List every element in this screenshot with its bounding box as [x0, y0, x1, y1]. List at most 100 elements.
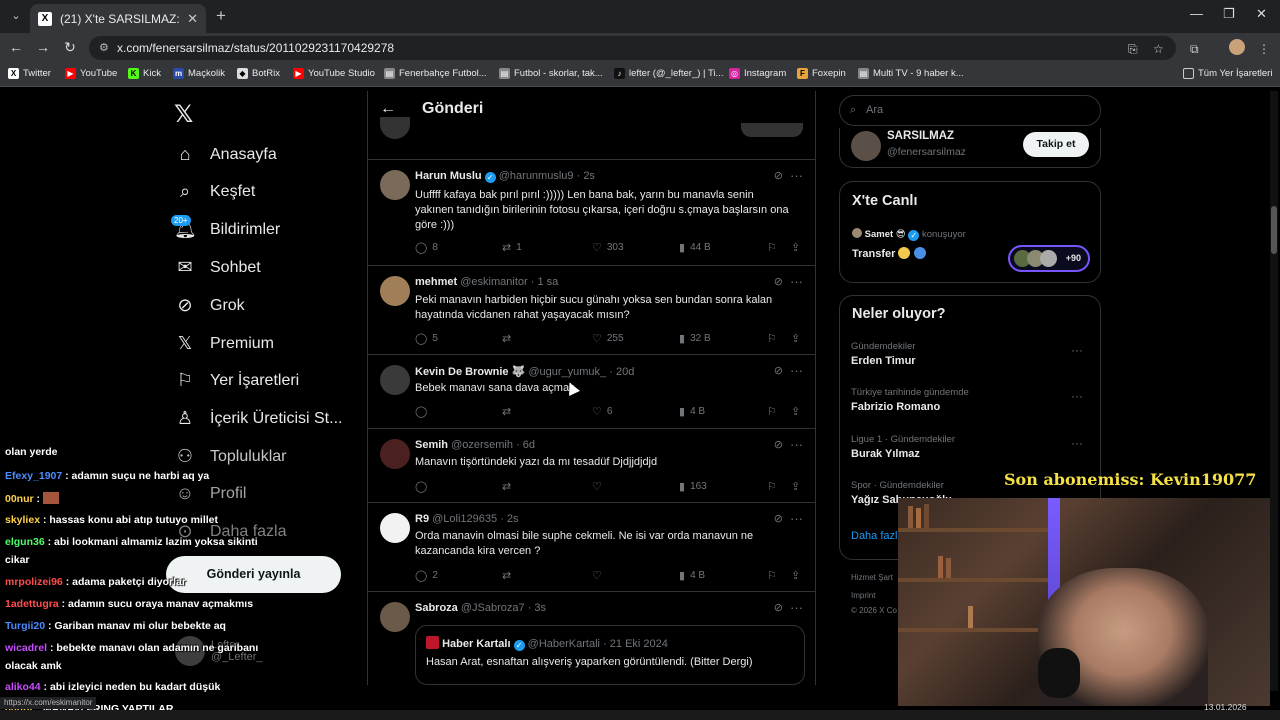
profile-name[interactable]: SARSILMAZ [887, 130, 954, 142]
avatar[interactable] [851, 131, 881, 161]
bookmark-button[interactable]: ⚐ [767, 480, 777, 493]
bookmark-item[interactable]: K Kick [128, 68, 161, 79]
profile-handle[interactable]: @fenersarsilmaz [887, 146, 966, 158]
trend-item[interactable]: Ligue 1 · Gündemdekiler Burak Yılmaz ··· [851, 434, 1091, 460]
bookmark-item[interactable]: m Maçkolik [173, 68, 225, 79]
more-icon[interactable]: ··· [790, 600, 803, 615]
grok-icon[interactable]: ⊘ [774, 364, 783, 377]
maximize-icon[interactable]: ❐ [1223, 6, 1235, 22]
nav-creator-studio[interactable]: ♙ İçerik Üreticisi St... [174, 408, 343, 429]
share-button[interactable]: ⇪ [791, 569, 800, 582]
views-button[interactable]: ▮ 163 [679, 480, 707, 493]
reply-tweet[interactable]: R9 @Loli129635 · 2s ⊘ ··· Orda manavin o… [368, 502, 815, 591]
site-info-icon[interactable]: ⚙ [99, 36, 109, 60]
new-tab-icon[interactable]: + [211, 6, 231, 26]
all-bookmarks-folder[interactable]: Tüm Yer İşaretleri [1183, 68, 1272, 79]
bookmark-button[interactable]: ⚐ [767, 405, 777, 418]
more-icon[interactable]: ··· [1071, 343, 1083, 357]
reply-tweet[interactable]: mehmet @eskimanitor · 1 sa ⊘ ··· Peki ma… [368, 265, 815, 354]
nav-grok[interactable]: ⊘ Grok [174, 295, 244, 316]
grok-icon[interactable]: ⊘ [774, 601, 783, 614]
reply-tweet[interactable]: Kevin De Brownie 🐺 @ugur_yumuk_ · 20d ⊘ … [368, 354, 815, 428]
scrollbar-thumb[interactable] [1271, 206, 1277, 254]
bookmark-item[interactable]: ▶ YouTube [65, 68, 117, 79]
footer-link[interactable]: Hizmet Şart [851, 573, 893, 582]
bookmark-item[interactable]: ▶ YouTube Studio [293, 68, 375, 79]
live-host-row[interactable]: Samet 😎 ✓ konuşuyor [852, 228, 966, 241]
x-logo-icon[interactable]: 𝕏 [174, 100, 193, 129]
share-button[interactable]: ⇪ [791, 405, 800, 418]
reply-button[interactable]: ◯ 8 [415, 241, 438, 254]
reload-icon[interactable]: ↻ [60, 39, 80, 56]
bookmark-button[interactable]: ⚐ [767, 569, 777, 582]
cast-icon[interactable]: ⎘ [1128, 42, 1138, 57]
search-input[interactable]: ⌕ Ara [839, 95, 1101, 126]
repost-button[interactable]: ⇄ [502, 332, 511, 345]
bookmark-item[interactable]: ▤ Multi TV - 9 haber k... [858, 68, 964, 79]
more-icon[interactable]: ··· [1071, 436, 1083, 450]
like-button[interactable]: ♡ 255 [592, 332, 624, 345]
avatar[interactable] [380, 439, 410, 469]
quoted-tweet[interactable]: Haber Kartalı ✓ @HaberKartali · 21 Eki 2… [415, 625, 805, 685]
bookmark-item[interactable]: X Twitter [8, 68, 51, 79]
extensions-icon[interactable]: ⧉ [1190, 42, 1199, 57]
nav-explore[interactable]: ⌕ Keşfet [174, 181, 255, 202]
grok-icon[interactable]: ⊘ [774, 438, 783, 451]
bookmark-button[interactable]: ⚐ [767, 332, 777, 345]
profile-avatar[interactable] [1229, 39, 1245, 55]
share-button[interactable]: ⇪ [791, 480, 800, 493]
reply-button[interactable]: ◯ 2 [415, 569, 438, 582]
browser-tab[interactable]: X (21) X'te SARSILMAZ: "Bebek M ✕ [30, 4, 206, 33]
grok-icon[interactable]: ⊘ [774, 512, 783, 525]
views-button[interactable]: ▮ 44 B [679, 241, 711, 254]
avatar[interactable] [380, 365, 410, 395]
bookmark-item[interactable]: ◆ BotRix [237, 68, 280, 79]
bookmark-item[interactable]: ▤ Fenerbahçe Futbol... [384, 68, 487, 79]
repost-button[interactable]: ⇄ [502, 569, 511, 582]
avatar[interactable] [380, 276, 410, 306]
like-button[interactable]: ♡ [592, 480, 602, 493]
share-button[interactable]: ⇪ [791, 332, 800, 345]
reply-tweet[interactable]: Sabroza @JSabroza7 · 3s ⊘ ··· Haber Kart… [368, 591, 815, 685]
more-icon[interactable]: ··· [790, 363, 803, 378]
bookmark-item[interactable]: ♪ lefter (@_lefter_) | Ti... [614, 68, 723, 79]
reply-button[interactable]: ◯ 5 [415, 332, 438, 345]
views-button[interactable]: ▮ 4 B [679, 405, 705, 418]
bookmark-item[interactable]: ▤ Futbol - skorlar, tak... [499, 68, 603, 79]
forward-arrow-icon[interactable]: → [33, 39, 53, 55]
like-button[interactable]: ♡ [592, 569, 602, 582]
trend-item[interactable]: Türkiye tarihinde gündemde Fabrizio Roma… [851, 387, 1091, 413]
show-more-link[interactable]: Daha fazla [851, 530, 904, 542]
views-button[interactable]: ▮ 32 B [679, 332, 711, 345]
nav-bookmarks[interactable]: ⚐ Yer İşaretleri [174, 370, 299, 391]
like-button[interactable]: ♡ 6 [592, 405, 612, 418]
back-arrow-icon[interactable]: ← [380, 100, 396, 118]
page-scrollbar[interactable] [1270, 91, 1278, 691]
more-icon[interactable]: ··· [790, 274, 803, 289]
more-icon[interactable]: ··· [790, 168, 803, 183]
tab-search-icon[interactable]: ⌄ [6, 6, 26, 26]
bookmark-button[interactable]: ⚐ [767, 241, 777, 254]
bookmark-star-icon[interactable]: ☆ [1153, 42, 1164, 56]
back-arrow-icon[interactable]: ← [6, 39, 26, 55]
chrome-menu-icon[interactable]: ⋮ [1258, 42, 1270, 56]
reply-button[interactable]: ◯ [415, 405, 427, 418]
close-window-icon[interactable]: ✕ [1256, 6, 1267, 22]
views-button[interactable]: ▮ 4 B [679, 569, 705, 582]
nav-premium[interactable]: 𝕏 Premium [174, 333, 274, 354]
reply-tweet[interactable]: Harun Muslu ✓ @harunmuslu9 · 2s ⊘ ··· Uu… [368, 159, 815, 265]
grok-icon[interactable]: ⊘ [774, 169, 783, 182]
repost-button[interactable]: ⇄ [502, 405, 511, 418]
nav-messages[interactable]: ✉ Sohbet [174, 257, 260, 278]
more-icon[interactable]: ··· [790, 437, 803, 452]
grok-icon[interactable]: ⊘ [774, 275, 783, 288]
live-listeners[interactable]: +90 [1008, 245, 1090, 272]
repost-button[interactable]: ⇄ 1 [502, 241, 522, 254]
follow-button[interactable]: Takip et [1023, 132, 1089, 157]
avatar[interactable] [380, 513, 410, 543]
reply-tweet[interactable]: Semih @ozersemih · 6d ⊘ ··· Manavın tişö… [368, 428, 815, 502]
live-topic[interactable]: Transfer [852, 247, 926, 260]
close-tab-icon[interactable]: ✕ [187, 11, 198, 27]
reply-button[interactable]: ◯ [415, 480, 427, 493]
nav-home[interactable]: ⌂ Anasayfa [174, 144, 277, 165]
